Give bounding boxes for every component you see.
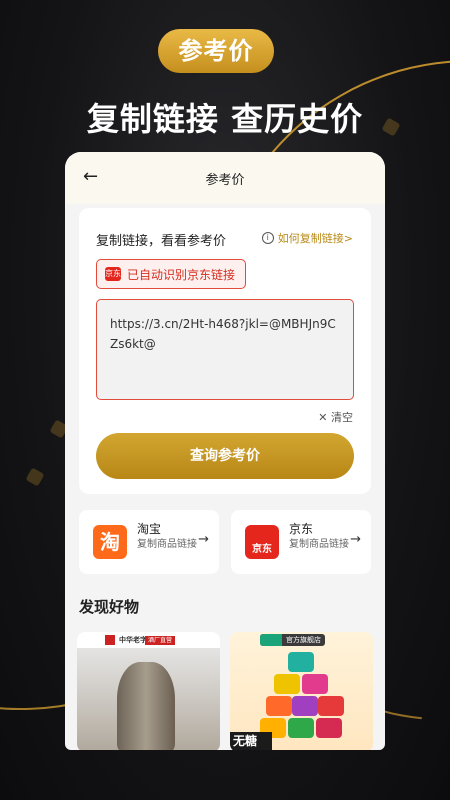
product-card[interactable]: 中华老字号 酒厂直营 xyxy=(77,632,220,750)
nav-bar: ← 参考价 xyxy=(65,152,385,204)
promo-headline: 复制链接 查历史价 xyxy=(86,100,364,138)
howto-label: 如何复制链接> xyxy=(277,232,353,245)
product-image xyxy=(288,718,314,738)
product-image xyxy=(292,696,318,716)
product-label: 无糖 xyxy=(230,732,272,750)
link-card-title: 复制链接，看看参考价 xyxy=(96,234,227,249)
product-image xyxy=(288,652,314,672)
brand-logo-icon xyxy=(260,634,282,646)
close-icon: ✕ xyxy=(318,411,331,424)
howto-link[interactable]: i 如何复制链接> xyxy=(261,230,353,246)
product-tag: 酒厂直营 xyxy=(145,636,176,645)
jd-logo-icon: 京东 xyxy=(245,525,279,559)
arrow-right-icon: → xyxy=(198,532,209,547)
link-card: 复制链接，看看参考价 i 如何复制链接> 京东 已自动识别京东链接 https:… xyxy=(79,208,371,494)
app-screen: ← 参考价 复制链接，看看参考价 i 如何复制链接> 京东 已自动识别京东链接 … xyxy=(65,152,385,750)
product-image xyxy=(117,662,175,750)
product-image xyxy=(302,674,328,694)
source-desc: 复制商品链接 xyxy=(289,539,349,550)
page-title: 参考价 xyxy=(205,173,245,188)
store-badge: 官方旗舰店 xyxy=(260,634,325,646)
source-desc: 复制商品链接 xyxy=(137,539,197,550)
jd-logo-icon: 京东 xyxy=(105,267,121,281)
link-input[interactable]: https://3.cn/2Ht-h468?jkl=@MBHJn9CZs6kt@ xyxy=(96,299,354,400)
source-jd[interactable]: 京东 京东 复制商品链接 → xyxy=(231,510,371,574)
detected-label: 已自动识别京东链接 xyxy=(127,267,236,282)
arrow-right-icon: → xyxy=(350,532,361,547)
source-name: 京东 xyxy=(289,522,314,536)
product-image xyxy=(318,696,344,716)
store-label: 官方旗舰店 xyxy=(286,636,321,644)
brand-logo-icon xyxy=(105,635,115,645)
source-name: 淘宝 xyxy=(137,522,162,536)
taobao-logo-icon: 淘 xyxy=(93,525,127,559)
clear-label: 清空 xyxy=(331,411,353,424)
info-icon: i xyxy=(261,232,274,244)
query-button[interactable]: 查询参考价 xyxy=(96,433,354,479)
product-image xyxy=(274,674,300,694)
source-taobao[interactable]: 淘 淘宝 复制商品链接 → xyxy=(79,510,219,574)
product-image xyxy=(316,718,342,738)
promo-badge: 参考价 xyxy=(158,29,274,73)
discover-title: 发现好物 xyxy=(79,598,140,616)
clear-button[interactable]: ✕ 清空 xyxy=(318,409,353,425)
product-card[interactable]: 官方旗舰店 无糖 xyxy=(230,632,373,750)
product-image xyxy=(266,696,292,716)
detected-badge: 京东 已自动识别京东链接 xyxy=(96,259,247,289)
